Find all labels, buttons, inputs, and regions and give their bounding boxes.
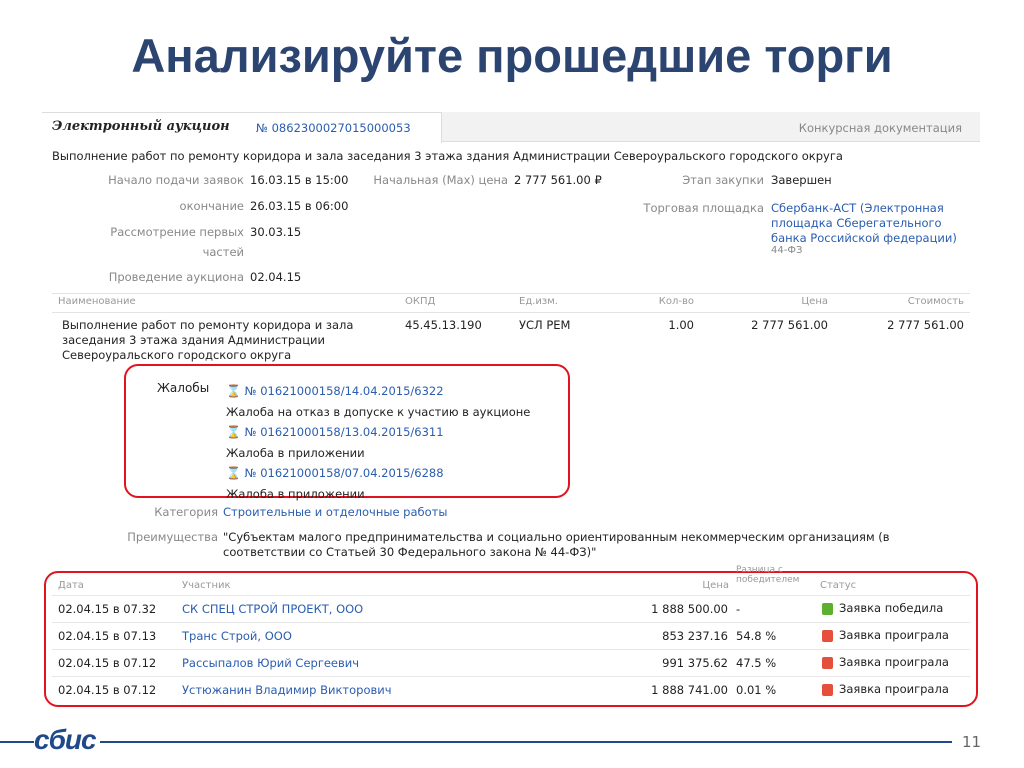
bid-date: 02.04.15 в 07.12 (58, 656, 157, 670)
bid-price: 1 888 741.00 (651, 683, 728, 697)
item-qty: 1.00 (668, 318, 694, 332)
sbis-logo: сбис (34, 724, 97, 755)
complaint-text: Жалоба в приложении (226, 445, 365, 460)
table-row: 02.04.15 в 07.32 СК СПЕЦ СТРОЙ ПРОЕКТ, О… (52, 595, 970, 622)
start-label: Начало подачи заявок (108, 173, 244, 187)
col-name: Наименование (58, 296, 136, 307)
thumbs-down-icon (822, 656, 833, 669)
item-name-line: Выполнение работ по ремонту коридора и з… (62, 318, 354, 332)
item-name: Выполнение работ по ремонту коридора и з… (62, 318, 353, 363)
col-cost: Стоимость (907, 296, 964, 307)
col-qty: Кол-во (658, 296, 694, 307)
auction-type: Электронный аукцион (52, 119, 230, 134)
slide-title: Анализируйте прошедшие торги (131, 29, 893, 82)
bid-status: Заявка проиграла (839, 682, 949, 696)
footer-rule (100, 741, 952, 743)
bids-col-participant: Участник (182, 580, 231, 591)
category-label: Категория (154, 505, 218, 519)
auction-date-value: 02.04.15 (250, 270, 302, 284)
hourglass-icon: ⌛ (226, 384, 241, 398)
col-price: Цена (801, 296, 828, 307)
law-label: 44-ФЗ (771, 245, 803, 256)
bid-date: 02.04.15 в 07.12 (58, 683, 157, 697)
platform-line: Сбербанк-АСТ (Электронная (771, 201, 944, 215)
bid-price: 1 888 500.00 (651, 602, 728, 616)
item-price: 2 777 561.00 (751, 318, 828, 332)
item-name-line: Североуральского городского округа (62, 348, 292, 362)
bid-price: 853 237.16 (662, 629, 728, 643)
auction-date-label: Проведение аукциона (108, 270, 244, 284)
docs-tab[interactable]: Конкурсная документация (799, 121, 962, 135)
bid-participant[interactable]: Рассыпалов Юрий Сергеевич (182, 656, 359, 670)
col-okpd: ОКПД (405, 296, 436, 307)
bid-participant[interactable]: СК СПЕЦ СТРОЙ ПРОЕКТ, ООО (182, 602, 363, 616)
bid-price: 991 375.62 (662, 656, 728, 670)
bids-col-diff: Разница с победителем (736, 565, 799, 585)
bid-participant[interactable]: Устюжанин Владимир Викторович (182, 683, 392, 697)
review-label: Рассмотрение первых (110, 225, 244, 239)
bids-col-status: Статус (820, 580, 857, 591)
diff-header-line: Разница с (736, 565, 783, 575)
bid-status: Заявка победила (839, 601, 944, 615)
category-link[interactable]: Строительные и отделочные работы (223, 505, 447, 519)
table-row: 02.04.15 в 07.13 Транс Строй, ООО 853 23… (52, 622, 970, 649)
page-number: 11 (962, 733, 982, 751)
item-name-line: заседания 3 этажа здания Администрации (62, 333, 326, 347)
platform-link[interactable]: Сбербанк-АСТ (Электронная площадка Сберег… (771, 201, 957, 246)
platform-line: банка Российской федерации) (771, 231, 957, 245)
complaint-text: Жалоба в приложении (226, 486, 365, 501)
thumbs-up-icon (822, 602, 833, 615)
stage-value: Завершен (771, 173, 832, 187)
bid-date: 02.04.15 в 07.32 (58, 602, 157, 616)
bid-diff: 0.01 % (736, 683, 777, 697)
platform-label: Торговая площадка (643, 201, 764, 215)
bid-status: Заявка проиграла (839, 628, 949, 642)
hourglass-icon: ⌛ (226, 466, 241, 480)
complaint-link[interactable]: № 01621000158/14.04.2015/6322 (245, 384, 444, 398)
price-value: 2 777 561.00 ₽ (514, 173, 602, 187)
thumbs-down-icon (822, 683, 833, 696)
bid-participant[interactable]: Транс Строй, ООО (182, 629, 292, 643)
bids-col-date: Дата (58, 580, 84, 591)
end-label: окончание (179, 199, 244, 213)
footer-rule-left (0, 741, 34, 743)
review-value: 30.03.15 (250, 225, 302, 239)
platform-line: площадка Сберегательного (771, 216, 942, 230)
bid-diff: - (736, 602, 741, 616)
complaints-list: ⌛ № 01621000158/14.04.2015/6322 Жалоба н… (226, 381, 530, 504)
auction-subject: Выполнение работ по ремонту коридора и з… (52, 149, 843, 163)
table-row: 02.04.15 в 07.12 Устюжанин Владимир Викт… (52, 676, 970, 703)
bid-diff: 47.5 % (736, 656, 777, 670)
item-unit: УСЛ РЕМ (519, 318, 571, 332)
advantages-label: Преимущества (127, 530, 218, 544)
price-label: Начальная (Max) цена (373, 173, 508, 187)
complaint-link[interactable]: № 01621000158/07.04.2015/6288 (245, 466, 444, 480)
auction-number[interactable]: № 0862300027015000053 (256, 121, 411, 135)
item-okpd: 45.45.13.190 (405, 318, 482, 332)
complaint-text: Жалоба на отказ в допуске к участию в ау… (226, 404, 531, 419)
complaints-label: Жалобы (157, 381, 210, 395)
advantages-line: "Субъектам малого предпринимательства и … (223, 530, 890, 544)
complaint-link[interactable]: № 01621000158/13.04.2015/6311 (245, 425, 444, 439)
start-value: 16.03.15 в 15:00 (250, 173, 349, 187)
hourglass-icon: ⌛ (226, 425, 241, 439)
bids-col-price: Цена (702, 580, 729, 591)
advantages-line: соответствии со Статьей 30 Федерального … (223, 545, 597, 559)
advantages-text: "Субъектам малого предпринимательства и … (223, 530, 890, 560)
col-unit: Ед.изм. (519, 296, 558, 307)
bids-table: 02.04.15 в 07.32 СК СПЕЦ СТРОЙ ПРОЕКТ, О… (52, 595, 970, 703)
bid-diff: 54.8 % (736, 629, 777, 643)
review-label-2: частей (202, 245, 244, 259)
bid-date: 02.04.15 в 07.13 (58, 629, 157, 643)
end-value: 26.03.15 в 06:00 (250, 199, 349, 213)
item-cost: 2 777 561.00 (887, 318, 964, 332)
stage-label: Этап закупки (682, 173, 764, 187)
table-row: 02.04.15 в 07.12 Рассыпалов Юрий Сергеев… (52, 649, 970, 676)
thumbs-down-icon (822, 629, 833, 642)
bid-status: Заявка проиграла (839, 655, 949, 669)
diff-header-line: победителем (736, 575, 800, 585)
